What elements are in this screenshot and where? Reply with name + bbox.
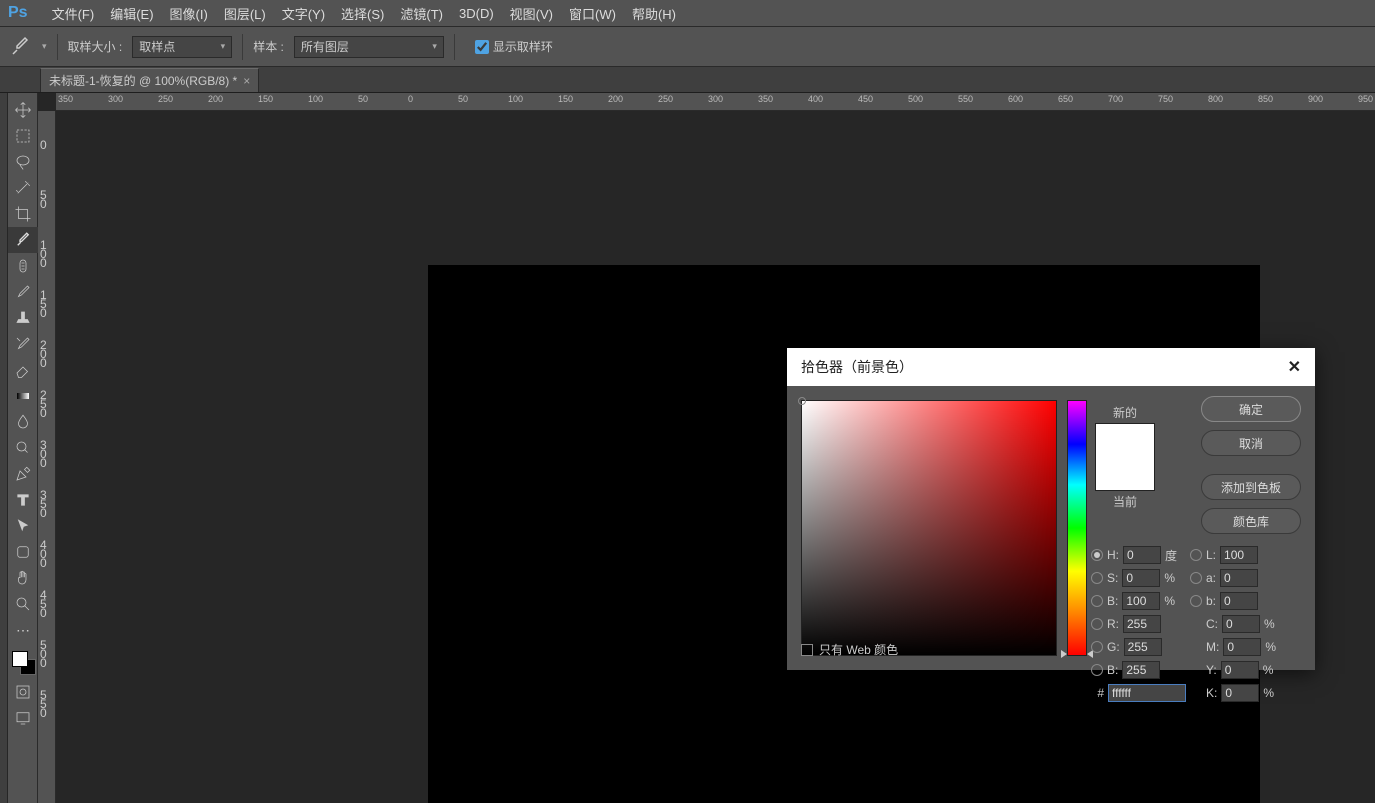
radio-h[interactable] [1091, 549, 1103, 561]
g-input[interactable] [1124, 638, 1162, 656]
blur-tool[interactable] [8, 409, 38, 435]
radio-bl[interactable] [1091, 664, 1103, 676]
blue-input[interactable] [1122, 661, 1160, 679]
gradient-tool[interactable] [8, 383, 38, 409]
hue-slider[interactable] [1067, 400, 1087, 656]
menu-window[interactable]: 窗口(W) [569, 4, 616, 23]
app-logo: Ps [8, 4, 28, 22]
sample-size-dropdown[interactable]: 取样点▾ [132, 36, 232, 58]
new-color-label: 新的 [1095, 404, 1155, 421]
color-selector-ring[interactable] [798, 397, 806, 405]
pen-tool[interactable] [8, 461, 38, 487]
add-swatch-button[interactable]: 添加到色板 [1201, 474, 1301, 500]
cancel-button[interactable]: 取消 [1201, 430, 1301, 456]
current-color-label: 当前 [1095, 493, 1155, 510]
quick-mask-tool[interactable] [8, 679, 38, 705]
new-current-swatch[interactable] [1095, 423, 1155, 491]
a-input[interactable] [1220, 569, 1258, 587]
sample-label: 样本 : [253, 38, 284, 55]
dodge-tool[interactable] [8, 435, 38, 461]
hex-input[interactable] [1108, 684, 1186, 702]
move-tool[interactable] [8, 97, 38, 123]
radio-bh[interactable] [1091, 595, 1103, 607]
dialog-titlebar[interactable]: 拾色器（前景色） ✕ [787, 348, 1315, 386]
lasso-tool[interactable] [8, 149, 38, 175]
radio-g[interactable] [1091, 641, 1103, 653]
m-input[interactable] [1223, 638, 1261, 656]
brightness-input[interactable] [1122, 592, 1160, 610]
healing-brush-tool[interactable] [8, 253, 38, 279]
options-bar: ▾ 取样大小 : 取样点▾ 样本 : 所有图层▾ 显示取样环 [0, 27, 1375, 67]
menu-type[interactable]: 文字(Y) [282, 4, 325, 23]
radio-s[interactable] [1091, 572, 1103, 584]
color-library-button[interactable]: 颜色库 [1201, 508, 1301, 534]
document-tab[interactable]: 未标题-1-恢复的 @ 100%(RGB/8) * × [40, 68, 259, 92]
crop-tool[interactable] [8, 201, 38, 227]
menu-filter[interactable]: 滤镜(T) [400, 4, 443, 23]
eyedropper-tool[interactable] [8, 227, 38, 253]
ok-button[interactable]: 确定 [1201, 396, 1301, 422]
sample-size-label: 取样大小 : [68, 38, 123, 55]
color-swatches[interactable] [8, 649, 38, 679]
screen-mode-tool[interactable] [8, 705, 38, 731]
close-icon[interactable]: ✕ [1288, 357, 1301, 377]
close-tab-icon[interactable]: × [243, 74, 250, 88]
magic-wand-tool[interactable] [8, 175, 38, 201]
zoom-tool[interactable] [8, 591, 38, 617]
menu-help[interactable]: 帮助(H) [632, 4, 676, 23]
r-input[interactable] [1123, 615, 1161, 633]
radio-r[interactable] [1091, 618, 1103, 630]
sample-layers-dropdown[interactable]: 所有图层▾ [294, 36, 444, 58]
saturation-value-field[interactable] [801, 400, 1057, 656]
menu-file[interactable]: 文件(F) [52, 4, 95, 23]
hand-tool[interactable] [8, 565, 38, 591]
vertical-ruler[interactable]: 050100150200250300350400450500550 [38, 111, 56, 803]
menu-layer[interactable]: 图层(L) [224, 4, 266, 23]
history-brush-tool[interactable] [8, 331, 38, 357]
menu-edit[interactable]: 编辑(E) [110, 4, 153, 23]
horizontal-ruler[interactable]: 3503002502001501005005010015020025030035… [56, 93, 1375, 111]
color-picker-dialog: 拾色器（前景色） ✕ 新的 当前 确定 取消 添加到色板 颜色库 H:度 L: … [787, 348, 1315, 670]
show-sampling-ring-label: 显示取样环 [493, 38, 553, 55]
show-sampling-ring-checkbox[interactable] [475, 40, 489, 54]
y-input[interactable] [1221, 661, 1259, 679]
path-select-tool[interactable] [8, 513, 38, 539]
menu-select[interactable]: 选择(S) [341, 4, 384, 23]
document-tab-title: 未标题-1-恢复的 @ 100%(RGB/8) * [49, 72, 237, 89]
c-input[interactable] [1222, 615, 1260, 633]
menu-bar: Ps 文件(F) 编辑(E) 图像(I) 图层(L) 文字(Y) 选择(S) 滤… [0, 0, 1375, 27]
h-input[interactable] [1123, 546, 1161, 564]
dialog-title: 拾色器（前景色） [801, 357, 913, 377]
type-tool[interactable] [8, 487, 38, 513]
brush-tool[interactable] [8, 279, 38, 305]
left-strip [0, 93, 8, 803]
web-only-checkbox[interactable] [801, 644, 813, 656]
radio-l[interactable] [1190, 549, 1202, 561]
menu-view[interactable]: 视图(V) [510, 4, 553, 23]
eraser-tool[interactable] [8, 357, 38, 383]
clone-stamp-tool[interactable] [8, 305, 38, 331]
foreground-color-swatch[interactable] [12, 651, 28, 667]
s-input[interactable] [1122, 569, 1160, 587]
tools-panel: ⋯ [8, 93, 38, 803]
more-tools[interactable]: ⋯ [8, 617, 38, 643]
active-tool-eyedropper-icon[interactable] [8, 35, 32, 59]
marquee-tool[interactable] [8, 123, 38, 149]
rectangle-tool[interactable] [8, 539, 38, 565]
menu-image[interactable]: 图像(I) [170, 4, 208, 23]
document-tabbar: 未标题-1-恢复的 @ 100%(RGB/8) * × [0, 67, 1375, 93]
web-only-label: 只有 Web 颜色 [819, 641, 898, 658]
hue-indicator-left [1061, 650, 1067, 658]
radio-lb[interactable] [1190, 595, 1202, 607]
menu-3d[interactable]: 3D(D) [459, 6, 494, 21]
k-input[interactable] [1221, 684, 1259, 702]
lab-b-input[interactable] [1220, 592, 1258, 610]
l-input[interactable] [1220, 546, 1258, 564]
radio-a[interactable] [1190, 572, 1202, 584]
